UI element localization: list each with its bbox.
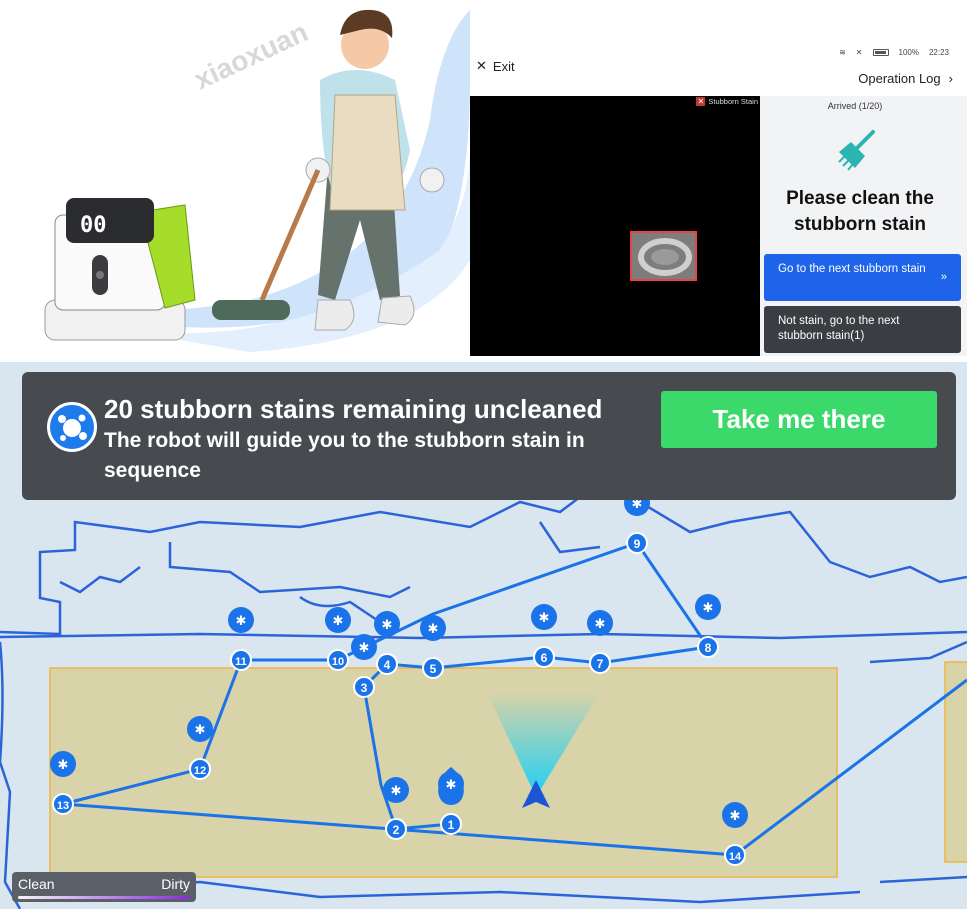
battery-icon [872, 49, 889, 56]
svg-text:✱: ✱ [391, 783, 402, 798]
stain-pin-11-label: 11 [235, 656, 247, 668]
stain-pin-1[interactable]: ✱ 1 [438, 767, 464, 835]
robot-tablet-screen: ≋ ✕ 100% 22:23 ✕ Exit Operation Log › ✕ … [470, 44, 967, 356]
stain-pin-10[interactable]: ✱ 10 [325, 607, 351, 671]
legend-gradient-bar [18, 896, 190, 899]
svg-text:00: 00 [80, 213, 107, 238]
banner-subtitle: The robot will guide you to the stubborn… [104, 429, 585, 482]
double-chevron-right-icon: » [940, 271, 947, 283]
svg-text:✱: ✱ [333, 613, 344, 628]
stain-pin-14-label: 14 [729, 851, 742, 863]
instruction-panel: Arrived (1/20) Please clean the stubborn… [760, 96, 967, 356]
svg-text:✱: ✱ [382, 617, 393, 632]
stain-detection-box [630, 231, 697, 281]
chevron-right-icon: › [948, 71, 953, 86]
stain-pin-4[interactable]: ✱ 4 [374, 611, 400, 675]
watermark: xiaoxuan [189, 16, 312, 95]
camera-view: ✕ Stubborn Stain [470, 96, 760, 356]
take-me-there-button[interactable]: Take me there [661, 391, 937, 448]
stain-pin-4-label: 4 [384, 658, 391, 672]
stain-pin-8[interactable]: ✱ 8 [695, 594, 721, 658]
next-stain-button[interactable]: Go to the next stubborn stain » [764, 254, 961, 301]
arrived-counter: Arrived (1/20) [827, 101, 883, 111]
operation-log-label: Operation Log [858, 71, 941, 86]
status-bar: ≋ ✕ 100% 22:23 [839, 48, 949, 57]
stain-pin-13[interactable]: ✱ 13 [50, 751, 76, 815]
stain-pin-9-label: 9 [634, 537, 641, 551]
svg-text:✱: ✱ [195, 722, 206, 737]
banner-title: 20 stubborn stains remaining uncleaned [104, 394, 603, 424]
clean-prompt-line2: stubborn stain [794, 214, 926, 235]
legend-clean-label: Clean [18, 876, 55, 892]
svg-text:✱: ✱ [58, 757, 69, 772]
stain-pin-5[interactable]: ✱ 5 [420, 615, 446, 679]
svg-text:✱: ✱ [595, 616, 606, 631]
stain-pin-6[interactable]: ✱ 6 [531, 604, 557, 668]
stain-image [632, 233, 695, 279]
legend-dirty-label: Dirty [161, 876, 190, 892]
next-stain-label: Go to the next stubborn stain [778, 263, 926, 275]
clean-prompt-line1: Please clean the [786, 188, 934, 209]
stain-pin-2-label: 2 [393, 823, 400, 837]
stain-pin-2[interactable]: ✱ 2 [383, 777, 409, 840]
stain-notification-banner: 20 stubborn stains remaining uncleaned T… [22, 372, 956, 500]
cleaning-map[interactable]: ✱ 1 ✱ 2 ✱ 3 ✱ 4 ✱ 5 ✱ 6 ✱ 7 ✱ 8 ✱ 9 ✱ 10… [0, 362, 967, 909]
svg-text:✱: ✱ [703, 600, 714, 615]
stain-pin-1-label: 1 [448, 818, 455, 832]
operation-log-link[interactable]: Operation Log › [858, 71, 953, 86]
stain-icon [47, 402, 97, 452]
stain-pin-5-label: 5 [430, 662, 437, 676]
stain-pin-3-label: 3 [361, 681, 368, 695]
stain-pin-12-label: 12 [194, 765, 206, 777]
stain-pin-12[interactable]: ✱ 12 [187, 716, 213, 780]
stain-pin-14[interactable]: ✱ 14 [722, 802, 748, 866]
battery-level: 100% [898, 48, 919, 57]
svg-text:✱: ✱ [539, 610, 550, 625]
cleanliness-legend: Clean Dirty [12, 872, 196, 902]
stain-marker-icon: ✕ [696, 97, 706, 106]
svg-text:✱: ✱ [428, 621, 439, 636]
camera-tag-label: Stubborn Stain [708, 97, 758, 106]
svg-text:✱: ✱ [359, 640, 370, 655]
stain-pin-10-label: 10 [332, 656, 344, 668]
clock: 22:23 [928, 48, 949, 57]
stain-pin-6-label: 6 [541, 651, 548, 665]
svg-text:✱: ✱ [446, 777, 457, 792]
not-stain-button[interactable]: Not stain, go to the next stubborn stain… [764, 306, 961, 353]
stain-pin-8-label: 8 [705, 641, 712, 655]
svg-text:✱: ✱ [730, 808, 741, 823]
page: 00 xiaoxuan ≋ ✕ 100% 22:23 ✕ Exit Operat… [0, 0, 967, 909]
clean-prompt: Please clean the stubborn stain [760, 186, 960, 238]
cleaner-and-robot-illustration: 00 xiaoxuan [44, 9, 470, 352]
robot-icon: 00 [44, 198, 196, 341]
stain-pin-7[interactable]: ✱ 7 [587, 610, 613, 674]
stain-pin-13-label: 13 [57, 800, 69, 812]
exit-label: Exit [492, 58, 515, 74]
not-stain-label: Not stain, go to the next stubborn stain… [778, 315, 900, 342]
stain-pin-7-label: 7 [597, 657, 604, 671]
close-icon: ✕ [476, 58, 487, 73]
camera-tag: ✕ Stubborn Stain [696, 97, 758, 106]
broom-icon [838, 130, 875, 171]
svg-text:✱: ✱ [236, 613, 247, 628]
no-signal-icon: ✕ [855, 48, 863, 57]
hero-illustration: 00 xiaoxuan [0, 0, 470, 362]
stain-pin-11[interactable]: ✱ 11 [228, 607, 254, 671]
exit-button[interactable]: ✕ Exit [476, 58, 515, 74]
stain-pin-3[interactable]: ✱ 3 [351, 634, 377, 698]
wifi-icon: ≋ [839, 48, 846, 57]
